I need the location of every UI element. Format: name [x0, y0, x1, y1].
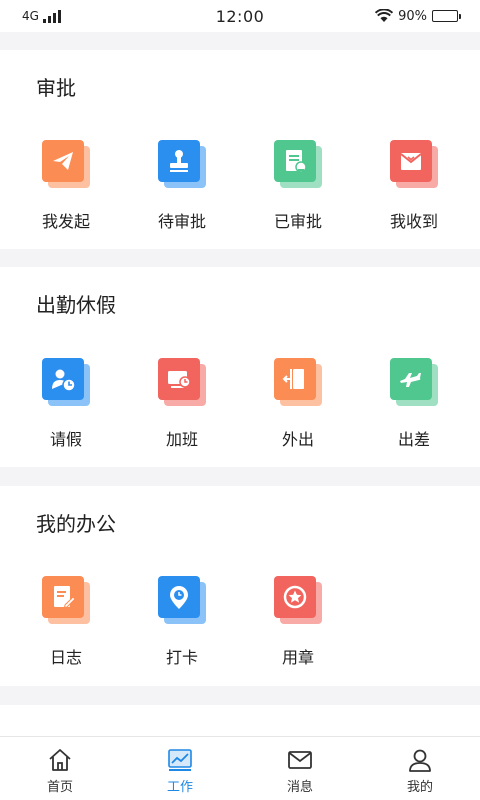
item-label: 打卡	[165, 648, 198, 667]
item-label: 我收到	[389, 212, 438, 231]
approval-item-received[interactable]: 我收到	[356, 140, 472, 232]
bottom-tab-bar: 首页 工作 消息 我的	[0, 736, 480, 800]
office-item-log[interactable]: 日志	[8, 576, 124, 668]
attendance-item-overtime[interactable]: 加班	[124, 358, 240, 450]
approval-item-initiated[interactable]: 我发起	[8, 140, 124, 232]
stamp-icon	[158, 140, 206, 188]
battery-icon	[431, 10, 461, 22]
seal-star-icon	[274, 576, 322, 624]
mail-icon	[390, 140, 438, 188]
attendance-item-leave[interactable]: 请假	[8, 358, 124, 450]
office-item-seal[interactable]: 用章	[240, 576, 356, 668]
status-right: 90%	[338, 8, 461, 24]
item-label: 加班	[165, 430, 198, 449]
status-time: 12:00	[215, 6, 265, 26]
attendance-item-outing[interactable]: 外出	[240, 358, 356, 450]
section-my-office: 我的办公 日志 打卡 用章	[0, 486, 480, 686]
work-chart-icon	[168, 748, 192, 771]
item-label: 用章	[281, 648, 314, 667]
attendance-item-business-trip[interactable]: 出差	[356, 358, 472, 450]
network-type: 4G	[22, 9, 39, 23]
item-label: 我发起	[41, 212, 90, 231]
section-approval: 审批 我发起 待审批 已审批 我收到	[0, 50, 480, 249]
envelope-icon	[288, 750, 312, 769]
item-label: 日志	[49, 648, 82, 667]
tab-label: 我的	[406, 779, 433, 795]
location-clock-icon	[158, 576, 206, 624]
edit-document-icon	[42, 576, 90, 624]
tab-label: 消息	[286, 779, 313, 795]
section-title: 出勤休假	[36, 293, 116, 317]
monitor-clock-icon	[158, 358, 206, 406]
item-label: 待审批	[157, 212, 206, 231]
approved-document-icon	[274, 140, 322, 188]
section-attendance: 出勤休假 请假 加班 外出 出差	[0, 267, 480, 467]
status-left: 4G	[22, 9, 142, 23]
tab-label: 首页	[46, 779, 73, 795]
item-label: 请假	[49, 430, 82, 449]
item-label: 外出	[281, 430, 314, 449]
section-title: 我的办公	[36, 512, 116, 536]
home-icon	[49, 748, 71, 771]
person-clock-icon	[42, 358, 90, 406]
section-title: 审批	[36, 76, 76, 100]
approval-grid: 我发起 待审批 已审批 我收到	[0, 140, 480, 232]
exit-door-icon	[274, 358, 322, 406]
section-partial	[0, 705, 480, 736]
tab-label: 工作	[166, 779, 193, 795]
approval-item-approved[interactable]: 已审批	[240, 140, 356, 232]
tab-work[interactable]: 工作	[120, 737, 240, 800]
tab-me[interactable]: 我的	[360, 737, 480, 800]
user-icon	[409, 749, 431, 772]
approval-item-pending[interactable]: 待审批	[124, 140, 240, 232]
tab-messages[interactable]: 消息	[240, 737, 360, 800]
tab-home[interactable]: 首页	[0, 737, 120, 800]
item-label: 出差	[397, 430, 430, 449]
signal-icon	[42, 9, 61, 23]
battery-percent: 90%	[398, 8, 427, 24]
office-grid: 日志 打卡 用章	[0, 576, 480, 668]
attendance-grid: 请假 加班 外出 出差	[0, 358, 480, 450]
item-label: 已审批	[273, 212, 322, 231]
wifi-icon	[375, 9, 394, 22]
paper-plane-icon	[42, 140, 90, 188]
office-item-clock-in[interactable]: 打卡	[124, 576, 240, 668]
status-bar: 4G 12:00 90%	[0, 0, 480, 32]
airplane-icon	[390, 358, 438, 406]
